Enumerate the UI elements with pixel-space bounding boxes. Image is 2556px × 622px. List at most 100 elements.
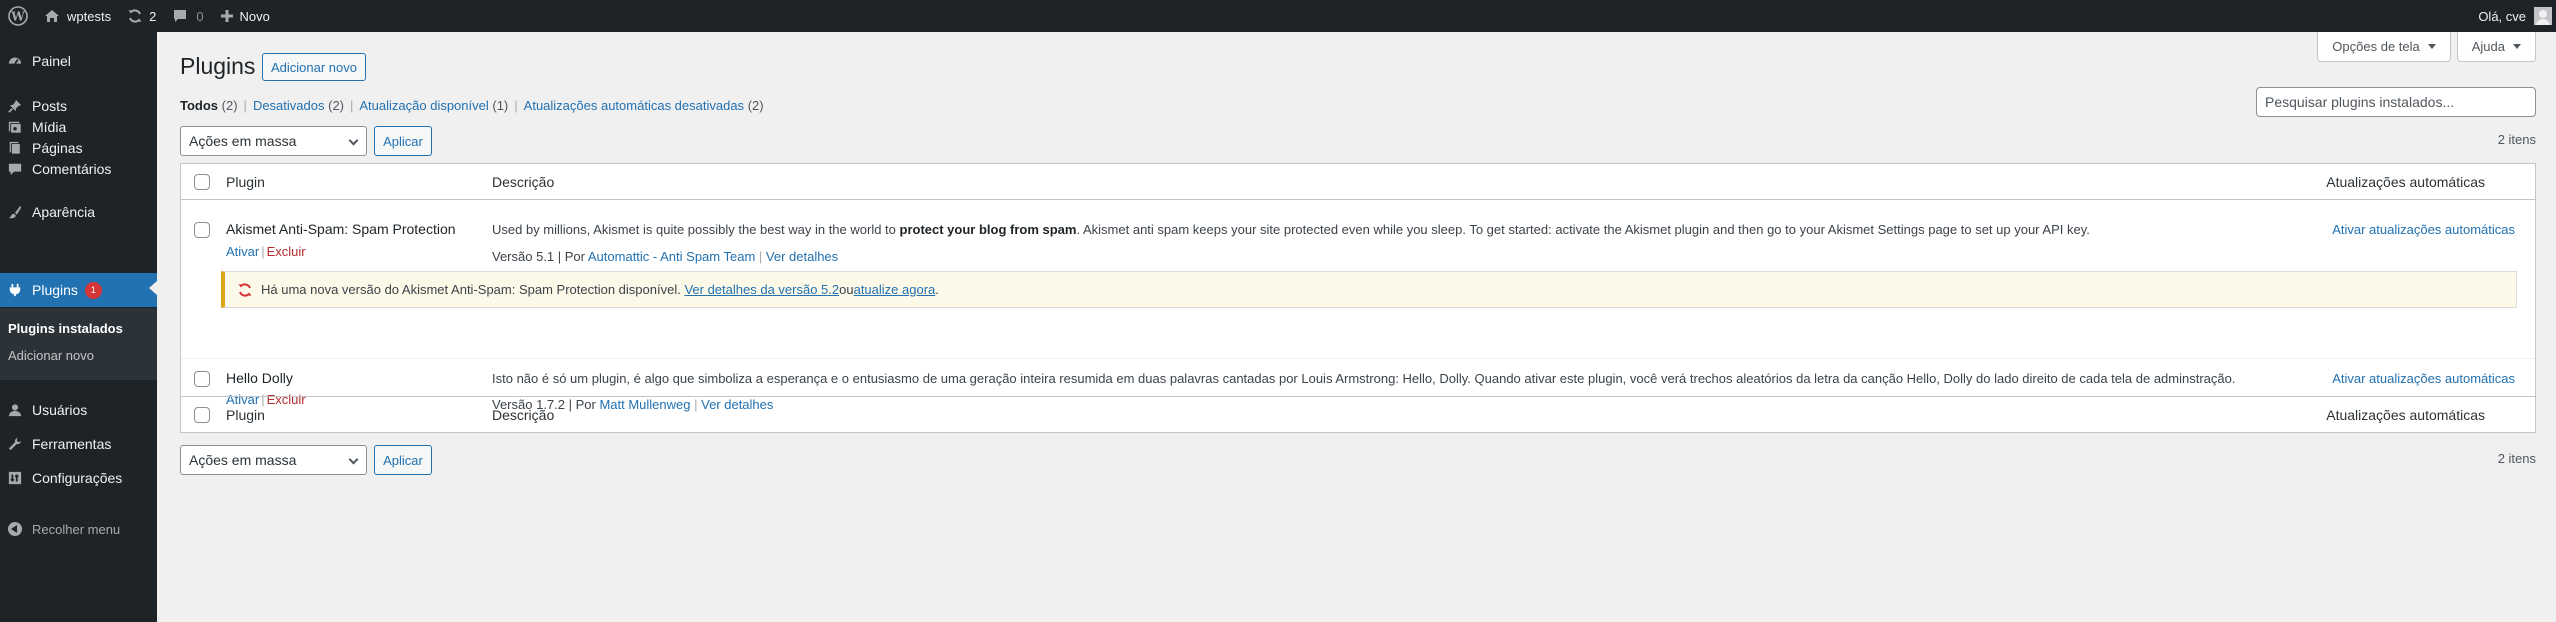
updates-icon xyxy=(127,8,143,24)
plugin-name: Akismet Anti-Spam: Spam Protection xyxy=(226,221,456,237)
updates-link[interactable]: 2 xyxy=(119,0,164,32)
brush-icon xyxy=(8,205,22,219)
filter-all[interactable]: Todos xyxy=(180,98,218,113)
sidebar-item-users[interactable]: Usuários xyxy=(0,395,157,425)
site-name: wptests xyxy=(67,8,112,24)
filter-all-count: (2) xyxy=(221,98,238,113)
sidebar-item-label: Painel xyxy=(32,53,71,69)
column-auto-updates: Atualizações automáticas xyxy=(2326,173,2485,190)
add-new-plugin-button[interactable]: Adicionar novo xyxy=(262,53,366,81)
column-plugin[interactable]: Plugin xyxy=(226,407,265,423)
author-link[interactable]: Automattic - Anti Spam Team xyxy=(588,249,755,264)
screen-options-label: Opções de tela xyxy=(2332,39,2420,54)
notice-end: . xyxy=(935,282,939,297)
version-details-link[interactable]: Ver detalhes da versão 5.2 xyxy=(684,282,839,297)
description-text: . Akismet anti spam keeps your site prot… xyxy=(1076,222,2090,237)
update-icon xyxy=(237,282,253,298)
pin-icon xyxy=(8,99,22,113)
screen-options-button[interactable]: Opções de tela xyxy=(2317,32,2451,62)
plugin-meta: Versão 5.1 | Por Automattic - Anti Spam … xyxy=(492,249,839,264)
column-plugin[interactable]: Plugin xyxy=(226,174,265,190)
notice-or: ou xyxy=(839,282,854,297)
collapse-label: Recolher menu xyxy=(32,521,121,537)
column-description: Descrição xyxy=(492,406,555,423)
admin-bar: W wptests 2 0 Novo Olá, cve xyxy=(0,0,2556,32)
update-now-link[interactable]: atualize agora xyxy=(854,282,936,297)
column-auto-updates: Atualizações automáticas xyxy=(2326,406,2485,423)
sidebar-item-appearance[interactable]: Aparência xyxy=(0,197,157,227)
plugin-description: Isto não é só um plugin, é algo que simb… xyxy=(492,371,2236,386)
chevron-down-icon xyxy=(348,454,359,465)
sidebar-item-plugins[interactable]: Plugins 1 xyxy=(0,273,157,307)
activate-link[interactable]: Ativar xyxy=(226,244,259,259)
help-label: Ajuda xyxy=(2471,39,2505,54)
new-content-link[interactable]: Novo xyxy=(212,0,278,32)
description-bold: protect your blog from spam xyxy=(899,222,1077,237)
settings-icon xyxy=(8,471,22,485)
sidebar-item-label: Configurações xyxy=(32,470,123,486)
plugins-update-badge: 1 xyxy=(84,281,102,299)
filter-autoupdate-disabled[interactable]: Atualizações automáticas desativadas xyxy=(524,98,744,113)
filter-autoupdate-disabled-count: (2) xyxy=(747,98,764,113)
row-actions: Ativar | Excluir xyxy=(226,244,306,259)
submenu-add-new[interactable]: Adicionar novo xyxy=(8,348,94,363)
site-name-link[interactable]: wptests xyxy=(36,0,119,32)
comment-icon xyxy=(172,8,188,24)
updates-count: 2 xyxy=(149,8,157,24)
sidebar-item-dashboard[interactable]: Painel xyxy=(0,46,157,76)
submenu-installed-plugins[interactable]: Plugins instalados xyxy=(8,321,123,336)
dashboard-icon xyxy=(8,54,22,68)
sidebar-item-tools[interactable]: Ferramentas xyxy=(0,429,157,459)
description-text: Used by millions, Akismet is quite possi… xyxy=(492,222,900,237)
wordpress-logo-icon[interactable]: W xyxy=(0,0,36,32)
screen-meta-links: Opções de tela Ajuda xyxy=(2317,32,2536,62)
search-plugins-input[interactable] xyxy=(2256,87,2536,117)
plugin-name: Hello Dolly xyxy=(226,370,293,386)
my-account[interactable]: Olá, cve xyxy=(2478,0,2556,32)
column-description: Descrição xyxy=(492,173,555,190)
items-count-top: 2 itens xyxy=(2497,132,2536,147)
table-row: Akismet Anti-Spam: Spam Protection Ativa… xyxy=(181,201,2535,311)
svg-text:W: W xyxy=(10,10,25,24)
admin-sidebar: Painel Posts Mídia Páginas Comentários A… xyxy=(0,32,157,622)
notice-text: Há uma nova versão do Akismet Anti-Spam:… xyxy=(261,282,681,297)
filter-update-available[interactable]: Atualização disponível xyxy=(359,98,488,113)
delete-link[interactable]: Excluir xyxy=(267,244,306,259)
apply-button-bottom[interactable]: Aplicar xyxy=(374,445,432,475)
bulk-actions-select-top[interactable]: Ações em massa xyxy=(180,126,367,156)
view-details-link[interactable]: Ver detalhes xyxy=(766,249,838,264)
enable-auto-updates-link[interactable]: Ativar atualizações automáticas xyxy=(2332,222,2515,237)
users-icon xyxy=(8,403,22,417)
row-checkbox[interactable] xyxy=(194,371,210,387)
collapse-menu-button[interactable]: Recolher menu xyxy=(0,515,157,543)
bulk-actions-value: Ações em massa xyxy=(189,452,297,468)
table-header: Plugin Descrição Atualizações automática… xyxy=(181,164,2535,200)
select-all-checkbox[interactable] xyxy=(194,406,210,423)
plugin-icon xyxy=(8,283,22,297)
plugins-submenu: Plugins instalados Adicionar novo xyxy=(0,308,157,380)
apply-button-top[interactable]: Aplicar xyxy=(374,126,432,156)
wrench-icon xyxy=(8,437,22,451)
filter-update-count: (1) xyxy=(492,98,509,113)
sidebar-item-comments[interactable]: Comentários xyxy=(0,154,157,184)
comments-count: 0 xyxy=(196,8,204,24)
caret-down-icon xyxy=(2427,44,2436,49)
filter-inactive-count: (2) xyxy=(328,98,344,113)
avatar xyxy=(2534,7,2552,25)
sidebar-item-label: Comentários xyxy=(32,161,112,177)
plugin-version: Versão 5.1 | Por xyxy=(492,249,588,264)
row-checkbox[interactable] xyxy=(194,222,210,238)
sidebar-item-label: Ferramentas xyxy=(32,436,112,452)
bulk-actions-select-bottom[interactable]: Ações em massa xyxy=(180,445,367,475)
plugin-status-filters: Todos (2) | Desativados (2) | Atualização di… xyxy=(180,98,764,113)
plus-icon xyxy=(220,9,234,23)
comments-link[interactable]: 0 xyxy=(164,0,211,32)
select-all-checkbox[interactable] xyxy=(194,173,210,190)
table-footer: Plugin Descrição Atualizações automática… xyxy=(181,396,2535,432)
enable-auto-updates-link[interactable]: Ativar atualizações automáticas xyxy=(2332,371,2515,386)
main-content: Opções de tela Ajuda Plugins Adicionar n… xyxy=(157,32,2556,622)
help-button[interactable]: Ajuda xyxy=(2456,32,2536,62)
sidebar-item-settings[interactable]: Configurações xyxy=(0,463,157,493)
sidebar-item-label: Aparência xyxy=(32,204,96,220)
filter-inactive[interactable]: Desativados xyxy=(253,98,325,113)
